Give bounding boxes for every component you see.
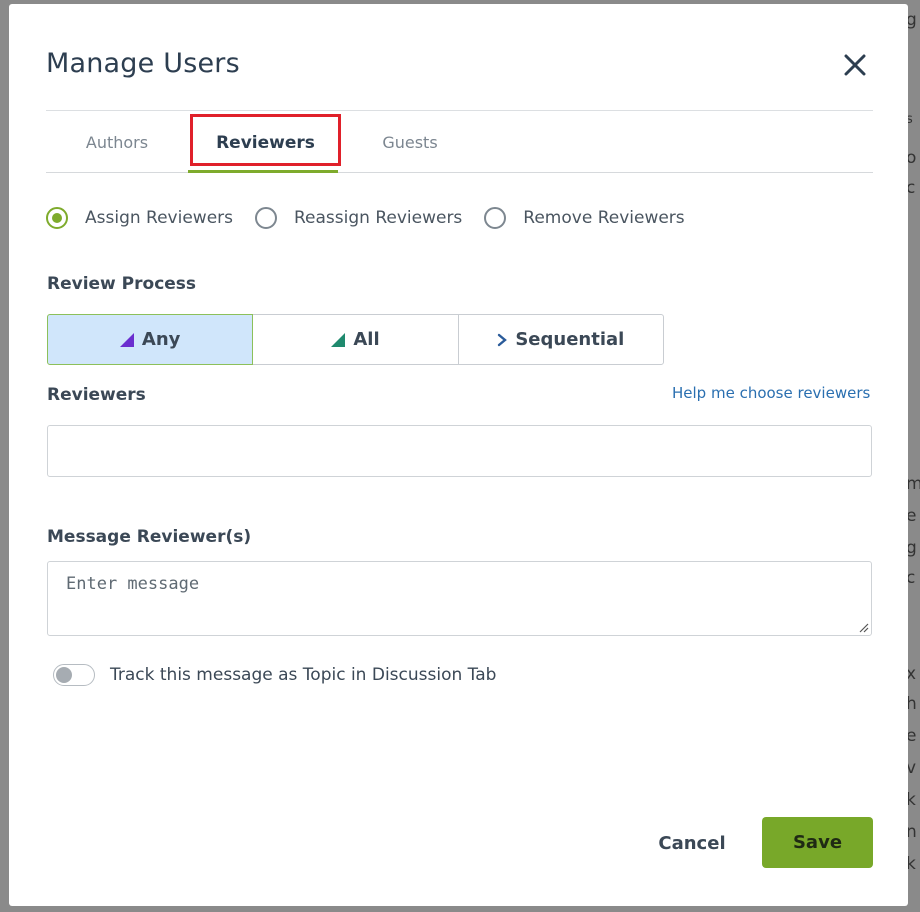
- backdrop-text-fragment: h: [906, 694, 917, 714]
- backdrop-text-fragment: k: [906, 854, 916, 874]
- radio-checked-icon: [46, 207, 68, 229]
- backdrop-text-fragment: e: [906, 506, 917, 526]
- backdrop-text-fragment: o: [906, 148, 917, 168]
- close-icon: [844, 54, 866, 76]
- track-topic-row: Track this message as Topic in Discussio…: [53, 664, 496, 686]
- tab-authors[interactable]: Authors: [54, 112, 180, 173]
- backdrop-text-fragment: k: [906, 790, 916, 810]
- message-textarea[interactable]: [48, 562, 871, 635]
- backdrop-text-fragment: g: [906, 538, 917, 558]
- backdrop-text-fragment: s: [906, 112, 913, 127]
- highlight-box: [190, 114, 341, 166]
- dialog-title: Manage Users: [46, 48, 240, 79]
- review-process-any-button[interactable]: Any: [47, 314, 254, 365]
- triangle-icon: [119, 332, 134, 347]
- message-field: [47, 561, 872, 636]
- backdrop-text-fragment: n: [906, 822, 917, 842]
- review-process-segmented-control: Any All Sequential: [47, 314, 664, 365]
- radio-reassign-reviewers[interactable]: Reassign Reviewers: [255, 207, 462, 229]
- track-topic-toggle[interactable]: [53, 664, 95, 686]
- backdrop-text-fragment: v: [906, 758, 917, 778]
- message-label: Message Reviewer(s): [47, 527, 252, 547]
- reviewers-label: Reviewers: [47, 385, 146, 405]
- radio-label: Assign Reviewers: [85, 208, 233, 228]
- segment-label: Any: [141, 329, 181, 350]
- close-button[interactable]: [840, 50, 870, 80]
- toggle-knob: [56, 667, 72, 683]
- segment-label: Sequential: [515, 329, 625, 350]
- active-tab-indicator: [188, 170, 338, 173]
- assign-mode-radio-group: Assign Reviewers Reassign Reviewers Remo…: [46, 204, 707, 232]
- help-choose-reviewers-link[interactable]: Help me choose reviewers: [672, 384, 870, 402]
- backdrop-text-fragment: c: [906, 178, 916, 198]
- radio-assign-reviewers[interactable]: Assign Reviewers: [46, 207, 233, 229]
- review-process-label: Review Process: [47, 274, 197, 294]
- backdrop-text-fragment: m: [906, 474, 920, 494]
- resize-grip-icon[interactable]: [857, 621, 869, 633]
- radio-label: Reassign Reviewers: [294, 208, 463, 228]
- review-process-all-button[interactable]: All: [252, 314, 459, 365]
- track-topic-label: Track this message as Topic in Discussio…: [110, 665, 497, 685]
- reviewers-field: [47, 425, 872, 477]
- radio-remove-reviewers[interactable]: Remove Reviewers: [484, 207, 685, 229]
- backdrop-text-fragment: g: [906, 10, 917, 30]
- radio-unchecked-icon: [255, 207, 277, 229]
- radio-unchecked-icon: [484, 207, 507, 229]
- title-divider: [46, 110, 873, 111]
- radio-label: Remove Reviewers: [523, 208, 685, 228]
- backdrop-text-fragment: c: [906, 568, 916, 588]
- tab-guests[interactable]: Guests: [346, 112, 474, 173]
- review-process-sequential-button[interactable]: Sequential: [457, 314, 664, 365]
- backdrop-text-fragment: e: [906, 726, 917, 746]
- reviewers-input[interactable]: [48, 426, 871, 476]
- triangle-icon: [331, 332, 346, 347]
- segment-label: All: [353, 329, 380, 350]
- user-type-tabs: Authors Reviewers Guests: [46, 112, 873, 173]
- chevron-right-icon: [498, 333, 508, 346]
- backdrop-text-fragment: x: [906, 664, 917, 684]
- cancel-button[interactable]: Cancel: [647, 822, 737, 864]
- save-button[interactable]: Save: [762, 817, 873, 868]
- manage-users-dialog: Manage Users Authors Reviewers Guests As…: [9, 4, 908, 906]
